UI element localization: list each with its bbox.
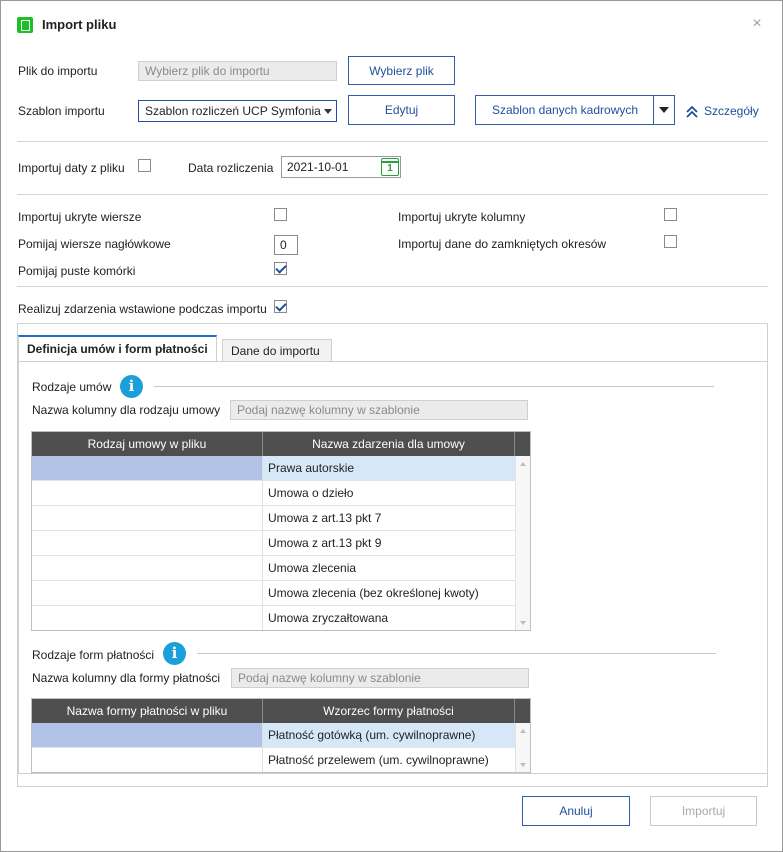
mapped-value-cell[interactable]: Umowa zlecenia [263,556,515,580]
file-value-cell[interactable] [32,481,263,505]
payments-group-label: Rodzaje form płatności [32,648,155,662]
info-icon[interactable]: i [120,375,143,398]
scroll-up-icon[interactable] [520,462,526,466]
file-value-cell[interactable] [32,723,263,747]
closed-periods-label: Importuj dane do zamkniętych okresów [398,237,607,251]
details-link[interactable]: Szczegóły [704,104,759,118]
contracts-column-input[interactable]: Podaj nazwę kolumny w szablonie [230,400,528,420]
close-icon[interactable]: × [749,16,765,32]
file-value-cell[interactable] [32,556,263,580]
file-value-cell[interactable] [32,606,263,630]
group-divider [197,653,716,654]
mapped-value-cell[interactable]: Umowa z art.13 pkt 7 [263,506,515,530]
settlement-date-value: 2021-10-01 [287,160,349,174]
realize-events-label: Realizuj zdarzenia wstawione podczas imp… [18,302,267,316]
file-value-cell[interactable] [32,456,263,480]
contracts-group-label: Rodzaje umów [32,380,112,394]
import-dates-checkbox[interactable] [138,159,151,172]
file-label: Plik do importu [18,64,98,78]
dialog-title: Import pliku [42,17,117,32]
tab-import-data[interactable]: Dane do importu [222,339,332,362]
realize-events-checkbox[interactable] [274,300,287,313]
mapped-value-cell[interactable]: Płatność gotówką (um. cywilnoprawne) [263,723,515,747]
separator [17,194,768,195]
calendar-icon[interactable]: 1 [381,158,399,176]
file-value-cell[interactable] [32,581,263,605]
scroll-down-icon[interactable] [520,763,526,767]
edit-template-button[interactable]: Edytuj [348,95,455,125]
table-row[interactable]: Umowa o dzieło [32,481,515,506]
template-select[interactable]: Szablon rozliczeń UCP Symfonia [138,100,337,122]
payments-grid: Nazwa formy płatności w pliku Wzorzec fo… [31,698,531,773]
table-row[interactable]: Umowa zlecenia (bez określonej kwoty) [32,581,515,606]
table-row[interactable]: Płatność przelewem (um. cywilnoprawne) [32,748,515,772]
column-header[interactable]: Nazwa zdarzenia dla umowy [263,432,515,456]
skip-header-rows-label: Pomijaj wiersze nagłówkowe [18,237,171,251]
settlement-date-label: Data rozliczenia [188,161,274,175]
column-header[interactable]: Rodzaj umowy w pliku [32,432,263,456]
hidden-columns-checkbox[interactable] [664,208,677,221]
settlement-date-input[interactable]: 2021-10-01 1 [281,156,401,178]
hidden-columns-label: Importuj ukryte kolumny [398,210,526,224]
choose-file-button[interactable]: Wybierz plik [348,56,455,85]
vertical-scrollbar[interactable] [515,456,530,630]
vertical-scrollbar[interactable] [515,723,530,772]
import-dates-label: Importuj daty z pliku [18,161,125,175]
contracts-grid-header: Rodzaj umowy w pliku Nazwa zdarzenia dla… [32,432,530,456]
group-divider [154,386,714,387]
file-value-cell[interactable] [32,531,263,555]
mapped-value-cell[interactable]: Umowa o dzieło [263,481,515,505]
hr-template-split-button: Szablon danych kadrowych [475,95,675,125]
import-button[interactable]: Importuj [650,796,757,826]
file-value-cell[interactable] [32,506,263,530]
column-header[interactable]: Wzorzec formy płatności [263,699,515,723]
table-row[interactable]: Umowa z art.13 pkt 9 [32,531,515,556]
info-icon[interactable]: i [163,642,186,665]
separator [17,286,768,287]
mapped-value-cell[interactable]: Płatność przelewem (um. cywilnoprawne) [263,748,515,772]
chevron-down-icon [324,109,332,114]
template-selected-value: Szablon rozliczeń UCP Symfonia [145,104,321,118]
table-row[interactable]: Umowa z art.13 pkt 7 [32,506,515,531]
mapped-value-cell[interactable]: Umowa zryczałtowana [263,606,515,630]
payments-column-input[interactable]: Podaj nazwę kolumny w szablonie [231,668,529,688]
skip-empty-cells-checkbox[interactable] [274,262,287,275]
skip-empty-cells-label: Pomijaj puste komórki [18,264,136,278]
hr-template-button[interactable]: Szablon danych kadrowych [475,95,654,125]
hidden-rows-label: Importuj ukryte wiersze [18,210,142,224]
hr-template-dropdown-arrow[interactable] [653,95,675,125]
mapped-value-cell[interactable]: Prawa autorskie [263,456,515,480]
import-dialog: Import pliku × Plik do importu Wybierz p… [0,0,783,852]
table-row[interactable]: Płatność gotówką (um. cywilnoprawne) [32,723,515,748]
mapped-value-cell[interactable]: Umowa zlecenia (bez określonej kwoty) [263,581,515,605]
column-header[interactable]: Nazwa formy płatności w pliku [32,699,263,723]
hidden-rows-checkbox[interactable] [274,208,287,221]
table-row[interactable]: Umowa zryczałtowana [32,606,515,630]
payments-grid-header: Nazwa formy płatności w pliku Wzorzec fo… [32,699,530,723]
table-row[interactable]: Umowa zlecenia [32,556,515,581]
contracts-column-label: Nazwa kolumny dla rodzaju umowy [32,403,221,417]
skip-header-rows-input[interactable]: 0 [274,235,298,255]
scroll-down-icon[interactable] [520,621,526,625]
payments-column-label: Nazwa kolumny dla formy płatności [32,671,221,685]
contracts-grid: Rodzaj umowy w pliku Nazwa zdarzenia dla… [31,431,531,631]
template-label: Szablon importu [18,104,105,118]
file-value-cell[interactable] [32,748,263,772]
app-import-icon [17,17,33,33]
cancel-button[interactable]: Anuluj [522,796,630,826]
file-path-field: Wybierz plik do importu [138,61,337,81]
mapped-value-cell[interactable]: Umowa z art.13 pkt 9 [263,531,515,555]
tab-contract-definitions[interactable]: Definicja umów i form płatności [18,335,217,362]
scroll-up-icon[interactable] [520,729,526,733]
closed-periods-checkbox[interactable] [664,235,677,248]
double-chevron-up-icon[interactable] [685,105,699,119]
table-row[interactable]: Prawa autorskie [32,456,515,481]
separator [17,141,768,142]
